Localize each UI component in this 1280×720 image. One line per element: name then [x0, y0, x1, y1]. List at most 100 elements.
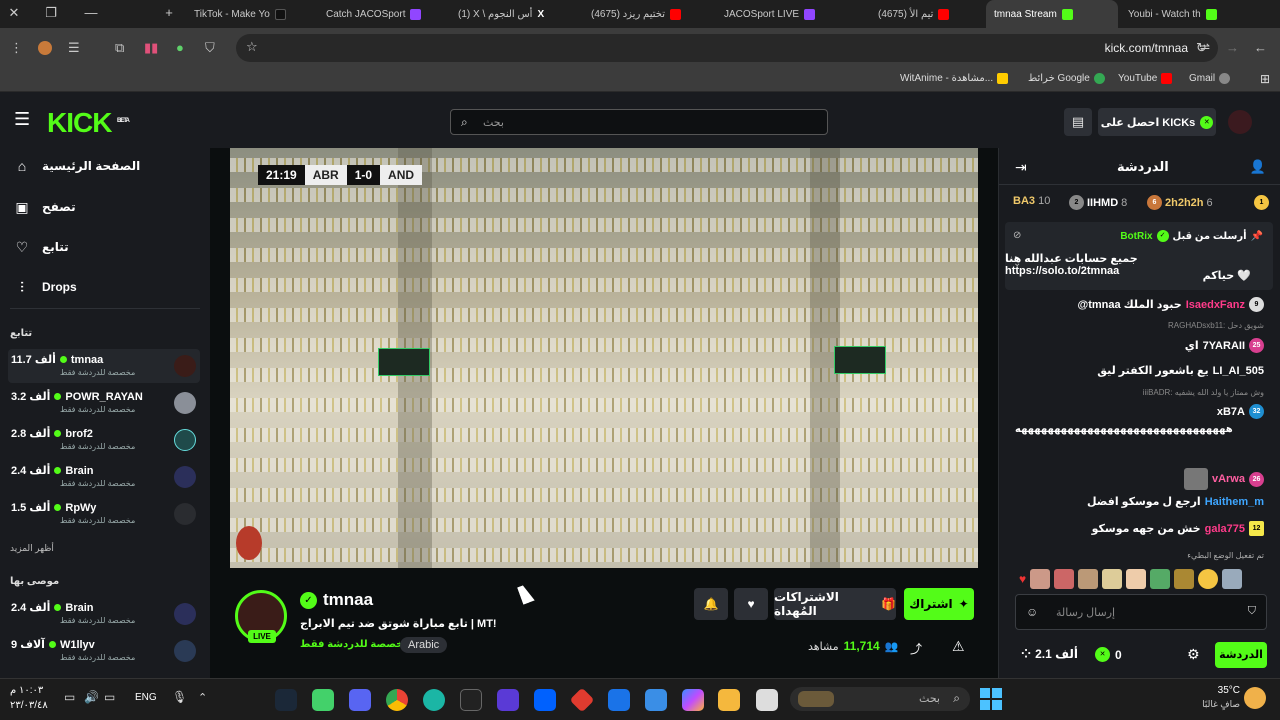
epic-games-icon[interactable] — [460, 689, 482, 711]
browser-tab[interactable]: (4675) تيم الأ — [870, 0, 982, 28]
emote-icon[interactable] — [1030, 569, 1051, 589]
message-username[interactable]: 7YARAII — [1203, 340, 1245, 352]
store-icon[interactable]: ▤ — [1064, 108, 1092, 136]
message-username[interactable]: vArwa — [1212, 473, 1245, 485]
restore-window-icon[interactable]: ❐ — [42, 5, 60, 21]
all-bookmarks-icon[interactable]: ⊞ — [1260, 72, 1270, 86]
extension-icon[interactable]: ▮▮ — [144, 40, 158, 56]
chevron-up-icon[interactable]: ⌃ — [198, 691, 207, 704]
leaderboard-entry[interactable]: BA3 10 — [1013, 195, 1050, 207]
emote-icon[interactable] — [1198, 569, 1219, 589]
leaderboard-entry[interactable]: 2 IIHMD 8 — [1069, 195, 1127, 210]
report-warning-icon[interactable]: ⚠ — [952, 638, 965, 655]
copilot-icon[interactable] — [682, 689, 704, 711]
bookmark-star-icon[interactable]: ☆ — [246, 39, 258, 55]
weather-icon[interactable] — [1244, 687, 1266, 709]
menu-dots-icon[interactable]: ⋮ — [10, 40, 23, 56]
clock-date[interactable]: ٢٣/٠٣/٤٨ — [10, 700, 48, 711]
file-explorer-icon[interactable] — [718, 689, 740, 711]
chat-message[interactable]: vArwa 26 — [1015, 468, 1264, 490]
sidebar-channel-w1llyv[interactable]: 9 آلاف W1llyv مخصصة للدردشة فقط — [8, 634, 200, 668]
sidebar-channel-tmnaa[interactable]: 11.7 ألف tmnaa مخصصة للدردشة فقط — [8, 349, 200, 383]
address-bar[interactable]: ☆ kick.com/tmnaa ⇌ — [236, 34, 1218, 62]
search-input[interactable]: ⌕ بحث — [450, 109, 828, 135]
app-icon[interactable] — [569, 687, 595, 713]
app-icon[interactable] — [497, 689, 519, 711]
extension-icon[interactable] — [38, 41, 52, 55]
reload-icon[interactable]: ↻ — [1196, 40, 1207, 56]
mail-icon[interactable] — [608, 689, 630, 711]
browser-tab[interactable]: Youbi - Watch th — [1120, 0, 1246, 28]
reply-reference[interactable]: iiiBADR: وش ممتاز يا ولد الله يشفيه — [1143, 388, 1264, 397]
edge-icon[interactable] — [423, 689, 445, 711]
language-tag[interactable]: Arabic — [400, 637, 448, 653]
emote-shield-icon[interactable]: ⛉ — [1248, 605, 1256, 618]
chat-settings-gear-icon[interactable]: ⚙ — [1187, 646, 1200, 663]
nav-drops[interactable]: ⫶ Drops — [14, 279, 76, 295]
clock-time[interactable]: ١٠:٠٣ م — [10, 685, 43, 696]
heart-emote-icon[interactable]: ♥ — [1019, 572, 1026, 586]
dropbox-icon[interactable] — [534, 689, 556, 711]
chat-message[interactable]: xB7A 32 — [1015, 404, 1264, 419]
pinned-message[interactable]: ⊘ ⌄ BotRix ✓ أرسلت من قبل 📌 جميع حسابات … — [1005, 222, 1273, 290]
microphone-icon[interactable]: 🎙 — [172, 690, 187, 704]
sidebar-channel-brain[interactable]: 2.4 ألف Brain مخصصة للدردشة فقط — [8, 460, 200, 494]
nav-following[interactable]: ♡ تتابع — [14, 239, 69, 255]
forward-icon[interactable]: → — [1226, 40, 1239, 55]
extension-icon[interactable]: ☰ — [68, 40, 80, 56]
leaderboard-entry[interactable]: 6 2h2h2h 6 — [1147, 195, 1213, 210]
channel-points[interactable]: ⁘ 2.1 ألف — [1021, 647, 1078, 661]
nav-home[interactable]: ⌂ الصفحة الرئيسية — [14, 158, 140, 174]
subscribe-button[interactable]: اشتراك ✦ — [904, 588, 974, 620]
emote-icon[interactable] — [1126, 569, 1147, 589]
emote-icon[interactable] — [1222, 569, 1243, 589]
browser-tab[interactable]: (4675) تختيم ريزد — [583, 0, 711, 28]
video-player[interactable] — [230, 148, 978, 568]
emoji-picker-icon[interactable]: ☺ — [1026, 605, 1038, 619]
gift-subs-button[interactable]: الاشتراكات المُهداة 🎁 — [774, 588, 896, 620]
chat-message[interactable]: ارجع ل موسكو افضل Haithem_m — [1015, 495, 1264, 509]
bookmark-item[interactable]: WitAnime - مشاهدة... — [900, 73, 1009, 84]
extension-icon[interactable]: ● — [176, 40, 184, 55]
message-username[interactable]: LI_AI_505 — [1213, 365, 1264, 377]
close-window-icon[interactable]: ✕ — [5, 5, 23, 21]
store-icon[interactable] — [645, 689, 667, 711]
chat-input[interactable]: ☺ إرسال رسالة ⛉ — [1015, 594, 1267, 630]
share-icon[interactable]: ⤴ — [910, 640, 922, 657]
browser-tab[interactable]: (1) X \ أس النجوم X — [450, 0, 578, 28]
show-more-link[interactable]: أظهر المزيد — [10, 543, 54, 554]
browser-tab[interactable]: JACOSport LIVE — [716, 0, 844, 28]
emote-icon[interactable] — [1174, 569, 1195, 589]
send-chat-button[interactable]: الدردشة — [1215, 642, 1267, 668]
emote-icon[interactable] — [1054, 569, 1075, 589]
input-language[interactable]: ENG — [135, 692, 157, 703]
chat-message[interactable]: خش من جهه موسكو gala775 12 — [1015, 521, 1264, 536]
minimize-window-icon[interactable]: — — [82, 5, 100, 20]
kicks-balance[interactable]: ✕ 0 — [1095, 647, 1122, 662]
stream-category[interactable]: مخصصة للدردشة فقط — [300, 639, 410, 650]
message-username[interactable]: xB7A — [1217, 406, 1245, 418]
browser-tab[interactable]: Catch JACOSport — [318, 0, 446, 28]
nav-browse[interactable]: ▣ تصفح — [14, 199, 75, 215]
display-icon[interactable]: ▭ — [104, 690, 115, 704]
windows-start-icon[interactable] — [980, 688, 1002, 710]
address-text[interactable]: kick.com/tmnaa — [1105, 41, 1188, 55]
bookmark-item[interactable]: Gmail — [1189, 73, 1231, 84]
message-username[interactable]: gala775 — [1205, 523, 1245, 535]
bookmark-item[interactable]: YouTube — [1118, 73, 1173, 84]
message-username[interactable]: IsaedxFanz — [1186, 299, 1245, 311]
discord-icon[interactable] — [349, 689, 371, 711]
battery-icon[interactable]: ▭ — [64, 690, 75, 704]
emote-icon[interactable] — [1150, 569, 1171, 589]
browser-tab[interactable]: TikTok - Make Yo — [186, 0, 314, 28]
extensions-puzzle-icon[interactable]: ⧉ — [115, 40, 124, 56]
shield-icon[interactable]: ⛉ — [205, 40, 215, 56]
sidebar-channel-brof2[interactable]: 2.8 ألف brof2 مخصصة للدردشة فقط — [8, 423, 200, 457]
steam-icon[interactable] — [275, 689, 297, 711]
sidebar-channel-powr-rayan[interactable]: 3.2 ألف POWR_RAYAN مخصصة للدردشة فقط — [8, 386, 200, 420]
volume-icon[interactable]: 🔊 — [84, 690, 99, 704]
sidebar-channel-brain-recommended[interactable]: 2.4 ألف Brain مخصصة للدردشة فقط — [8, 597, 200, 631]
browser-tab-active[interactable]: tmnaa Stream — [986, 0, 1118, 28]
user-avatar[interactable] — [1228, 110, 1252, 134]
emote-icon[interactable] — [1102, 569, 1123, 589]
